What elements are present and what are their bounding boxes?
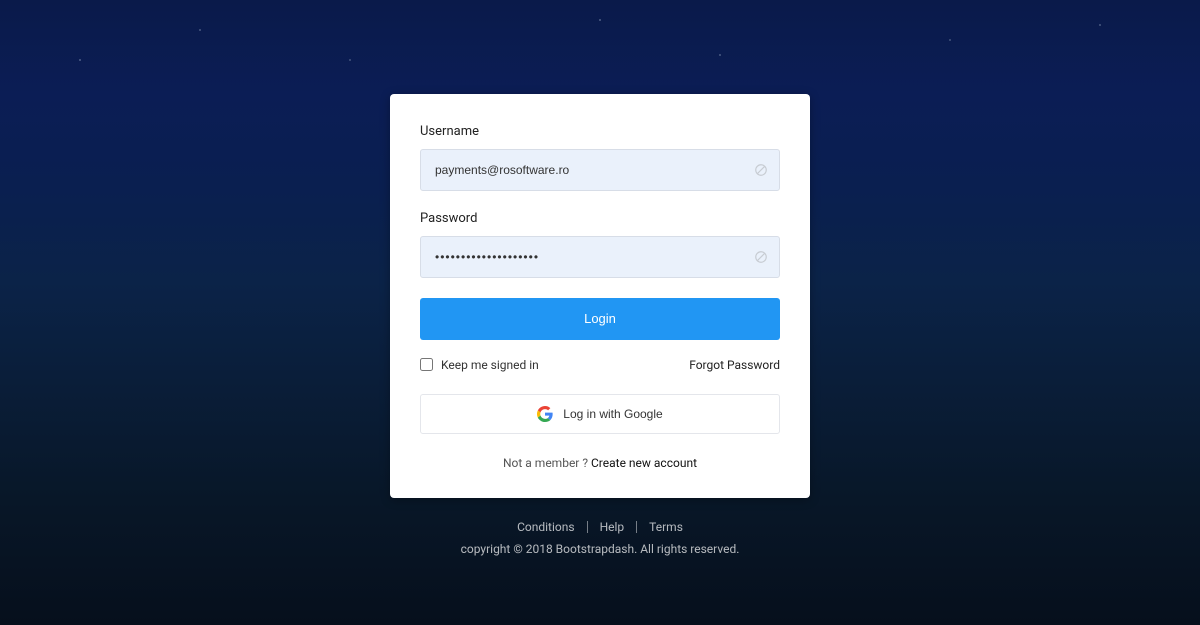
username-input-wrap <box>420 149 780 191</box>
footer-link-terms[interactable]: Terms <box>637 520 695 534</box>
keep-signed-label: Keep me signed in <box>441 358 539 372</box>
google-login-label: Log in with Google <box>563 407 662 421</box>
forgot-password-link[interactable]: Forgot Password <box>689 358 780 372</box>
footer: Conditions Help Terms copyright © 2018 B… <box>461 520 740 556</box>
password-label: Password <box>420 211 780 226</box>
keep-signed-wrap: Keep me signed in <box>420 358 539 372</box>
signup-line: Not a member ? Create new account <box>420 456 780 470</box>
password-input[interactable] <box>420 236 780 278</box>
signup-link[interactable]: Create new account <box>591 456 697 470</box>
block-icon <box>754 250 768 264</box>
google-icon <box>537 406 553 422</box>
google-login-button[interactable]: Log in with Google <box>420 394 780 434</box>
signup-prompt: Not a member ? <box>503 456 591 470</box>
footer-link-help[interactable]: Help <box>588 520 637 534</box>
footer-link-conditions[interactable]: Conditions <box>505 520 586 534</box>
block-icon <box>754 163 768 177</box>
password-input-wrap <box>420 236 780 278</box>
footer-links: Conditions Help Terms <box>461 520 740 534</box>
login-button[interactable]: Login <box>420 298 780 340</box>
username-input[interactable] <box>420 149 780 191</box>
options-row: Keep me signed in Forgot Password <box>420 358 780 372</box>
keep-signed-checkbox[interactable] <box>420 358 433 371</box>
login-card: Username Password Login Keep me signed i… <box>390 94 810 498</box>
copyright: copyright © 2018 Bootstrapdash. All righ… <box>461 542 740 556</box>
username-label: Username <box>420 124 780 139</box>
